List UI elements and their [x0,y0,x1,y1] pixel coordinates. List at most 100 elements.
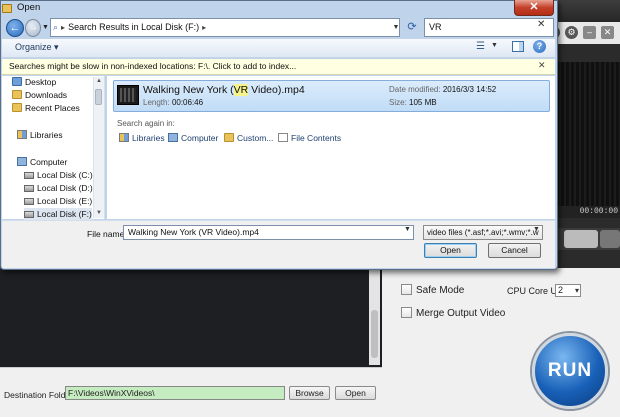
address-segment[interactable]: Search Results in Local Disk (F:) [68,22,199,32]
dialog-title: Open [17,2,41,13]
nav-item-recent-places[interactable]: Recent Places [12,102,80,115]
destination-open-button[interactable]: Open [335,386,376,400]
info-bar-close-icon[interactable]: ✕ [538,60,546,71]
help-icon[interactable]: ? [533,40,546,53]
refresh-icon[interactable]: ⟳ [404,18,420,37]
file-type-select[interactable]: video files (*.asf;*.avi;*.wmv;*.w [423,225,543,240]
libraries-icon [119,133,129,142]
size-value: 105 MB [409,98,437,107]
file-name-dropdown-icon[interactable]: ▼ [404,226,411,233]
nav-item-computer[interactable]: Computer [17,156,67,169]
result-file-name: Walking New York (VR Video).mp4 [143,84,305,96]
result-name-part: Walking New York ( [143,84,234,96]
nav-item-desktop[interactable]: Desktop [12,76,56,89]
forward-button[interactable]: → [25,19,41,37]
date-label: Date modified: [389,85,441,94]
file-contents-icon [278,133,288,142]
downloads-icon [12,90,22,99]
safe-mode-checkbox[interactable] [401,284,412,295]
dialog-toolbar [2,38,555,58]
length-value: 00:06:46 [171,98,204,107]
nav-item-local-disk-e[interactable]: Local Disk (E:) [24,195,92,208]
nav-item-local-disk-d[interactable]: Local Disk (D:) [24,182,93,195]
disk-icon [24,198,34,205]
folder-tab-icon[interactable] [600,230,620,248]
cancel-button[interactable]: Cancel [488,243,541,258]
file-name-input[interactable]: Walking New York (VR Video).mp4 [123,225,414,240]
minimize-icon[interactable]: – [583,26,596,39]
toolbox-tab-icon[interactable] [564,230,598,248]
nav-item-downloads[interactable]: Downloads [12,89,67,102]
search-again-file-contents[interactable]: File Contents [278,133,341,143]
search-again-link-label: Computer [181,133,219,143]
address-dropdown-icon[interactable]: ▼ [390,18,402,37]
search-again-link-label: File Contents [291,133,342,143]
recent-places-icon [12,103,22,112]
nav-item-label: Local Disk (C:) [37,170,93,180]
nav-item-libraries[interactable]: Libraries [17,129,63,142]
dialog-close-button[interactable]: ✕ [514,0,554,16]
result-size: Size: 105 MB [389,98,437,107]
file-list-scrollbar[interactable] [369,270,380,365]
scroll-down-icon[interactable]: ▼ [96,210,102,216]
video-thumbnail [117,85,139,105]
destination-field[interactable]: F:\Videos\WinXVideos\ [65,386,285,400]
dialog-title-icon [2,4,12,13]
merge-output-label: Merge Output Video [416,308,506,319]
merge-output-checkbox[interactable] [401,307,412,318]
computer-icon [17,157,27,166]
open-button[interactable]: Open [424,243,477,258]
size-label: Size: [389,98,407,107]
browse-button[interactable]: Browse [289,386,330,400]
back-button[interactable]: ← [6,19,24,37]
close-app-icon[interactable]: ✕ [601,26,614,39]
disk-icon [24,185,34,192]
search-again-libraries[interactable]: Libraries [119,133,165,143]
disk-icon [24,172,34,179]
nav-item-label: Computer [30,157,68,167]
result-name-part: Video).mp4 [248,84,305,96]
nav-item-label: Downloads [25,90,68,100]
nav-item-label: Local Disk (F:) [37,209,92,219]
result-date-modified: Date modified: 2016/3/3 14:52 [389,85,496,94]
search-input[interactable]: VR [424,18,554,37]
navigation-scroll-thumb[interactable] [95,89,102,105]
cpu-core-select[interactable]: 2 [555,284,581,297]
clear-search-icon[interactable]: ✕ [537,19,545,30]
length-label: Length: [143,98,170,107]
nav-item-label: Local Disk (E:) [37,196,93,206]
computer-icon [168,133,178,142]
result-length: Length: 00:06:46 [143,98,203,107]
search-again-label: Search again in: [117,119,175,128]
search-again-link-label: Libraries [132,133,165,143]
preview-pane-icon[interactable] [512,41,524,52]
nav-item-label: Local Disk (D:) [37,183,93,193]
file-name-label: File name: [87,229,127,239]
search-again-custom[interactable]: Custom... [224,133,273,143]
nav-item-local-disk-c[interactable]: Local Disk (C:) [24,169,93,182]
safe-mode-label: Safe Mode [416,285,465,296]
date-value: 2016/3/3 14:52 [442,85,497,94]
index-info-bar[interactable]: Searches might be slow in non-indexed lo… [2,59,555,75]
nav-item-label: Recent Places [25,103,80,113]
scroll-up-icon[interactable]: ▲ [96,78,102,84]
change-view-icon[interactable]: ☰ [476,41,490,53]
file-type-dropdown-icon[interactable]: ▼ [533,226,540,233]
organize-button[interactable]: Organize ▾ [15,42,59,53]
view-dropdown-icon[interactable]: ▼ [491,42,498,49]
recent-locations-icon[interactable]: ▼ [42,24,49,31]
result-name-highlight: VR [233,84,249,96]
desktop-icon [12,77,22,86]
run-button[interactable]: RUN [532,333,608,409]
file-list-panel [0,268,382,367]
settings-icon[interactable]: ⚙ [565,26,578,39]
nav-item-label: Desktop [25,77,57,87]
disk-icon [24,211,34,218]
libraries-icon [17,130,27,139]
search-again-link-label: Custom... [237,133,274,143]
video-preview [556,62,620,210]
search-again-computer[interactable]: Computer [168,133,218,143]
nav-item-label: Libraries [30,130,63,140]
address-bar[interactable]: ⌕ ▸ Search Results in Local Disk (F:) ▸ [50,18,400,37]
navigation-pane: Desktop Downloads Recent Places Librarie… [2,76,105,221]
